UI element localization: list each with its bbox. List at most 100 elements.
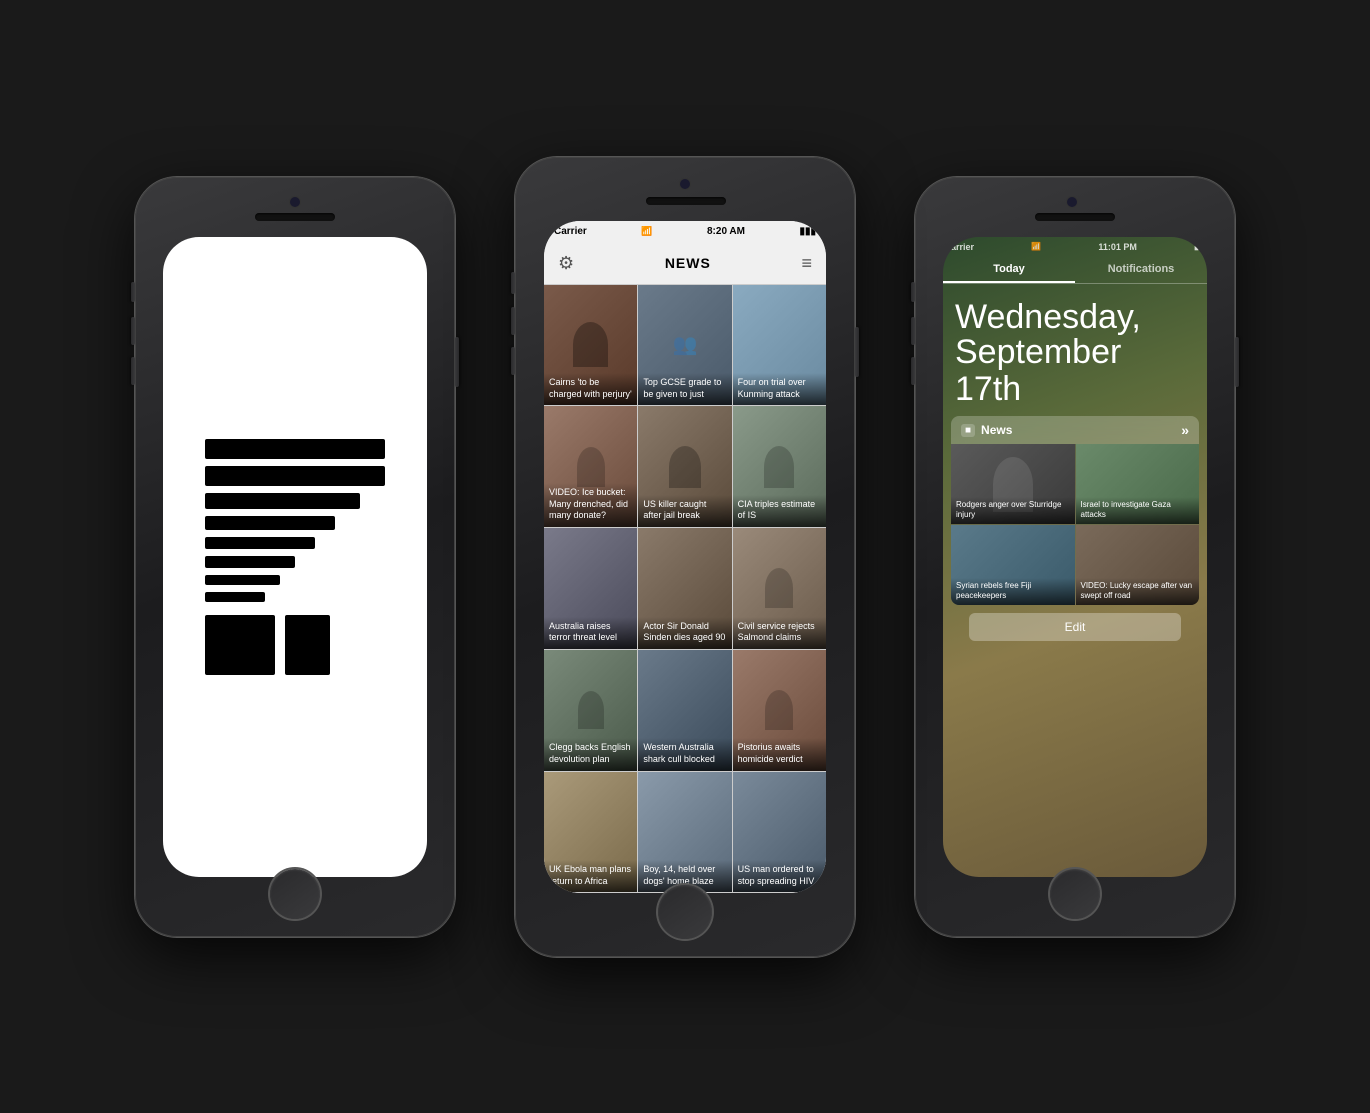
- volume-up-button[interactable]: [131, 317, 135, 345]
- news-cell-r3c3[interactable]: Civil service rejects Salmond claims: [733, 528, 826, 649]
- news-caption-r2c1: VIDEO: Ice bucket: Many drenched, did ma…: [549, 487, 632, 522]
- right-news-item-3[interactable]: Syrian rebels free Fiji peacekeepers: [951, 525, 1075, 605]
- news-row-1: Cairns 'to be charged with perjury' 👥 To…: [544, 285, 826, 406]
- tab-notifications[interactable]: Notifications: [1075, 257, 1207, 283]
- speaker-right: [1035, 213, 1115, 221]
- news-cell-r4c3[interactable]: Pistorius awaits homicide verdict: [733, 650, 826, 771]
- center-mute[interactable]: [511, 272, 515, 294]
- home-button-right[interactable]: [1050, 869, 1100, 919]
- home-button-center[interactable]: [658, 885, 712, 939]
- news-caption-r4c2: Western Australia shark cull blocked: [643, 742, 726, 765]
- news-section-title: News: [981, 423, 1012, 437]
- news-icon: ■: [961, 424, 975, 437]
- news-cell-r3c1[interactable]: Australia raises terror threat level: [544, 528, 637, 649]
- camera-center: [680, 179, 690, 189]
- date-display: Wednesday, September 17th: [943, 284, 1207, 417]
- speaker-left: [255, 213, 335, 221]
- logo-block-2: [285, 615, 330, 675]
- news-cell-r1c1[interactable]: Cairns 'to be charged with perjury': [544, 285, 637, 406]
- right-power[interactable]: [1235, 337, 1239, 387]
- news-caption-r4c3: Pistorius awaits homicide verdict: [738, 742, 821, 765]
- mute-button[interactable]: [131, 282, 135, 302]
- logo-bar-2: [205, 466, 385, 486]
- news-caption-r1c1: Cairns 'to be charged with perjury': [549, 377, 632, 400]
- right-carrier: arrier: [951, 242, 974, 252]
- camera-left: [290, 197, 300, 207]
- right-mute[interactable]: [911, 282, 915, 302]
- camera-right: [1067, 197, 1077, 207]
- news-row-3: Australia raises terror threat level Act…: [544, 528, 826, 649]
- power-button[interactable]: [455, 337, 459, 387]
- right-battery: ▮: [1194, 241, 1199, 252]
- edit-button[interactable]: Edit: [969, 613, 1180, 641]
- speaker-center: [646, 197, 726, 205]
- right-news-item-2[interactable]: Israel to investigate Gaza attacks: [1076, 444, 1200, 524]
- news-caption-r5c3: US man ordered to stop spreading HIV: [738, 864, 821, 887]
- news-cell-r5c3[interactable]: US man ordered to stop spreading HIV: [733, 772, 826, 893]
- home-button-left[interactable]: [270, 869, 320, 919]
- logo-bar-7: [205, 575, 280, 585]
- center-vol-down[interactable]: [511, 347, 515, 375]
- right-news-grid: Rodgers anger over Sturridge injury Isra…: [951, 444, 1199, 605]
- news-caption-r1c3: Four on trial over Kunming attack: [738, 377, 821, 400]
- time-label: 8:20 AM: [707, 226, 745, 237]
- news-caption-r3c2: Actor Sir Donald Sinden dies aged 90: [643, 621, 726, 644]
- logo-block-1: [205, 615, 275, 675]
- tab-today[interactable]: Today: [943, 257, 1075, 283]
- battery-label: ▮▮▮: [799, 226, 816, 237]
- volume-down-button[interactable]: [131, 357, 135, 385]
- right-news-item-1[interactable]: Rodgers anger over Sturridge injury: [951, 444, 1075, 524]
- logo-bar-5: [205, 537, 315, 549]
- center-screen: Carrier 📶 8:20 AM ▮▮▮ ⚙ NEWS ≡: [544, 221, 826, 893]
- news-row-4: Clegg backs English devolution plan West…: [544, 650, 826, 771]
- date-line2: September 17th: [955, 334, 1195, 409]
- right-news-item-4[interactable]: VIDEO: Lucky escape after van swept off …: [1076, 525, 1200, 605]
- news-caption-r4c1: Clegg backs English devolution plan: [549, 742, 632, 765]
- news-cell-r4c2[interactable]: Western Australia shark cull blocked: [638, 650, 731, 771]
- news-row-2: VIDEO: Ice bucket: Many drenched, did ma…: [544, 406, 826, 527]
- center-power[interactable]: [855, 327, 859, 377]
- center-vol-up[interactable]: [511, 307, 515, 335]
- news-row-5: UK Ebola man plans return to Africa Boy,…: [544, 772, 826, 893]
- logo-bar-8: [205, 592, 265, 602]
- date-line1: Wednesday,: [955, 300, 1195, 334]
- settings-icon[interactable]: ⚙: [558, 253, 574, 274]
- news-cell-r5c2[interactable]: Boy, 14, held over dogs' home blaze: [638, 772, 731, 893]
- news-cell-r2c2[interactable]: US killer caught after jail break: [638, 406, 731, 527]
- news-widget-header: ■ News »: [951, 416, 1199, 444]
- center-phone: Carrier 📶 8:20 AM ▮▮▮ ⚙ NEWS ≡: [515, 157, 855, 957]
- right-news-caption-1: Rodgers anger over Sturridge injury: [951, 497, 1075, 525]
- right-news-caption-2: Israel to investigate Gaza attacks: [1076, 497, 1200, 525]
- right-status-bar: arrier 📶 11:01 PM ▮: [943, 237, 1207, 257]
- logo-bar-3: [205, 493, 360, 509]
- news-caption-r3c1: Australia raises terror threat level: [549, 621, 632, 644]
- right-screen: arrier 📶 11:01 PM ▮ Today Notifications …: [943, 237, 1207, 877]
- right-time: 11:01 PM: [1098, 242, 1137, 252]
- nav-bar: ⚙ NEWS ≡: [544, 243, 826, 285]
- left-phone: [135, 177, 455, 937]
- right-news-caption-3: Syrian rebels free Fiji peacekeepers: [951, 578, 1075, 606]
- right-phone: arrier 📶 11:01 PM ▮ Today Notifications …: [915, 177, 1235, 937]
- news-caption-r2c3: CIA triples estimate of IS: [738, 499, 821, 522]
- menu-icon[interactable]: ≡: [801, 253, 812, 274]
- news-cell-r1c3[interactable]: Four on trial over Kunming attack: [733, 285, 826, 406]
- right-vol-down[interactable]: [911, 357, 915, 385]
- news-cell-r3c2[interactable]: Actor Sir Donald Sinden dies aged 90: [638, 528, 731, 649]
- news-caption-r3c3: Civil service rejects Salmond claims: [738, 621, 821, 644]
- expand-icon[interactable]: »: [1181, 422, 1189, 438]
- news-grid: Cairns 'to be charged with perjury' 👥 To…: [544, 285, 826, 893]
- status-bar: Carrier 📶 8:20 AM ▮▮▮: [544, 221, 826, 243]
- news-cell-r2c1[interactable]: VIDEO: Ice bucket: Many drenched, did ma…: [544, 406, 637, 527]
- news-cell-r2c3[interactable]: CIA triples estimate of IS: [733, 406, 826, 527]
- logo-bar-4: [205, 516, 335, 530]
- left-screen: [163, 237, 427, 877]
- news-cell-r1c2[interactable]: 👥 Top GCSE grade to be given to just: [638, 285, 731, 406]
- news-caption-r5c1: UK Ebola man plans return to Africa: [549, 864, 632, 887]
- logo-bar-6: [205, 556, 295, 568]
- logo-bar-1: [205, 439, 385, 459]
- news-widget: ■ News » Rodgers anger over Sturridge in…: [951, 416, 1199, 605]
- notification-tabs: Today Notifications: [943, 257, 1207, 284]
- news-cell-r4c1[interactable]: Clegg backs English devolution plan: [544, 650, 637, 771]
- right-vol-up[interactable]: [911, 317, 915, 345]
- news-cell-r5c1[interactable]: UK Ebola man plans return to Africa: [544, 772, 637, 893]
